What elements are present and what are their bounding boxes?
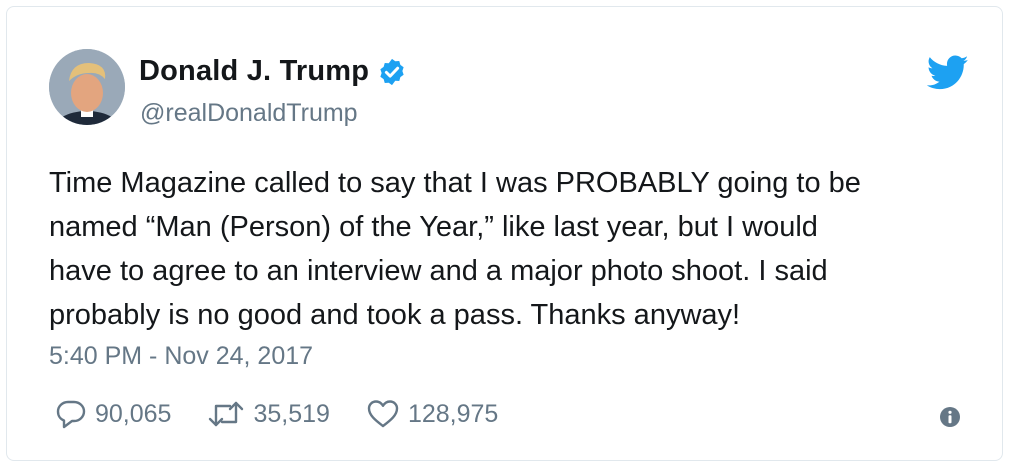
tweet-timestamp[interactable]: 5:40 PM - Nov 24, 2017 [49, 342, 313, 371]
reply-button[interactable]: 90,065 [55, 399, 171, 429]
avatar[interactable] [49, 49, 125, 125]
avatar-image [49, 49, 125, 125]
info-icon[interactable] [939, 406, 961, 428]
like-count: 128,975 [407, 399, 499, 428]
author-name-row[interactable]: Donald J. Trump [139, 55, 407, 88]
retweet-icon [209, 401, 244, 427]
tweet-text: Time Magazine called to say that I was P… [49, 167, 861, 331]
verified-badge-icon [380, 58, 404, 85]
retweet-count: 35,519 [253, 399, 330, 428]
retweet-button[interactable]: 35,519 [207, 399, 330, 429]
tweet-card: Donald J. Trump @realDonaldTrump Time Ma… [6, 6, 1003, 461]
reply-icon [56, 400, 86, 429]
like-button[interactable]: 128,975 [366, 399, 498, 429]
author-name[interactable]: Donald J. Trump [139, 55, 369, 88]
tweet-actions: 90,065 35,519 128,975 [55, 399, 534, 429]
twitter-bird-icon[interactable] [927, 55, 969, 91]
author-handle[interactable]: @realDonaldTrump [140, 99, 358, 128]
heart-icon [367, 400, 399, 428]
reply-count: 90,065 [95, 399, 172, 428]
